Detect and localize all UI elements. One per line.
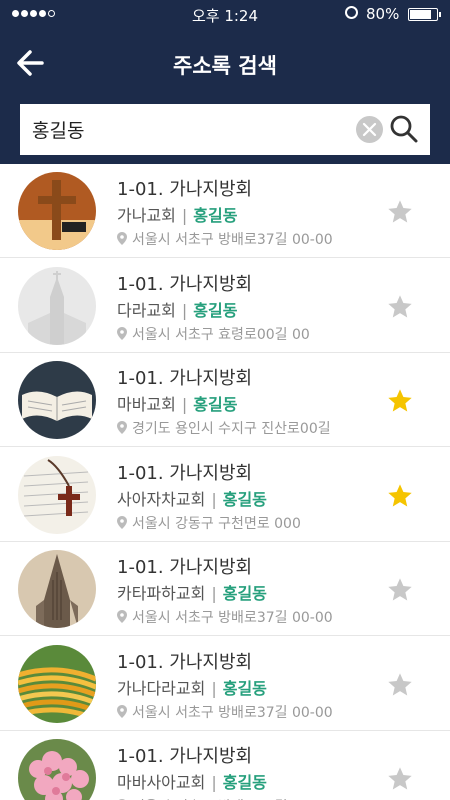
district-name: 1-01. 가나지방회 bbox=[117, 746, 253, 767]
church-thumbnail bbox=[18, 739, 96, 800]
member-name: 홍길동 bbox=[222, 773, 267, 792]
favorite-button[interactable] bbox=[386, 576, 414, 604]
member-name: 홍길동 bbox=[222, 678, 267, 698]
location-pin-icon bbox=[117, 232, 127, 245]
app-header: 주소록 검색 bbox=[0, 28, 450, 164]
address-text: 서울시 서초구 방배로37길 00-00 bbox=[132, 610, 333, 626]
favorite-button[interactable] bbox=[386, 387, 414, 415]
clear-button[interactable] bbox=[356, 116, 383, 143]
search-bar bbox=[20, 104, 430, 155]
favorite-button[interactable] bbox=[386, 293, 414, 321]
address-text: 서울시 서초구 방배로37길 00-00 bbox=[132, 232, 333, 248]
church-info: 가나교회 | 홍길동 bbox=[117, 202, 237, 226]
list-item[interactable]: 1-01. 가나지방회 가나다라교회 | 홍길동 서울시 서초구 방배로37길 00-0… bbox=[0, 637, 450, 731]
location-pin-icon bbox=[117, 515, 127, 529]
member-name: 홍길동 bbox=[222, 584, 267, 603]
church-thumbnail bbox=[18, 172, 96, 250]
search-input[interactable] bbox=[20, 104, 350, 155]
district-name: 1-01. 가나지방회 bbox=[117, 273, 253, 295]
divider: | bbox=[211, 489, 217, 509]
star-icon bbox=[388, 389, 412, 412]
address-text: 서울시 서초구 효령로00길 00 bbox=[132, 326, 310, 343]
address-text: 경기도 용인시 수지구 진산로00길 bbox=[132, 421, 331, 437]
district-name: 1-01. 가나지방회 bbox=[117, 462, 253, 484]
district-name: 1-01. 가나지방회 bbox=[117, 368, 253, 389]
list-item[interactable]: 1-01. 가나지방회마바교회 | 홍길동경기도 용인시 수지구 진산로00길 bbox=[0, 353, 450, 447]
church-info: 사아자차교회 | 홍길동 bbox=[117, 486, 267, 510]
church-info: 다라교회 | 홍길동 bbox=[117, 297, 237, 321]
member-name: 홍길동 bbox=[193, 395, 238, 414]
star-icon bbox=[388, 483, 412, 506]
search-icon bbox=[390, 115, 418, 143]
search-button[interactable] bbox=[388, 113, 420, 145]
battery-percentage: 80% bbox=[366, 5, 400, 23]
church-thumbnail bbox=[18, 550, 96, 628]
divider: | bbox=[211, 678, 217, 698]
divider: | bbox=[211, 773, 217, 792]
church-address: 서울시 서초구 방배로37길 00-00 bbox=[117, 607, 333, 627]
alarm-icon bbox=[345, 6, 358, 19]
church-thumbnail bbox=[18, 266, 96, 345]
star-icon bbox=[388, 767, 412, 790]
district-name: 1-01. 가나지방회 bbox=[117, 179, 253, 200]
church-name: 마바교회 bbox=[117, 395, 176, 414]
church-name: 사아자차교회 bbox=[117, 489, 206, 509]
star-icon bbox=[388, 200, 412, 223]
favorite-button[interactable] bbox=[386, 482, 414, 510]
church-address: 서울시 서초구 방배로37길 00-00 bbox=[117, 702, 333, 722]
list-item[interactable]: 1-01. 가나지방회 사아자차교회 | 홍길동 서울시 강동구 구천면로 000 bbox=[0, 448, 450, 542]
church-name: 가나다라교회 bbox=[117, 678, 206, 698]
church-name: 카타파하교회 bbox=[117, 584, 206, 603]
divider: | bbox=[181, 206, 188, 225]
location-pin-icon bbox=[117, 704, 127, 718]
battery-icon bbox=[408, 8, 441, 21]
church-thumbnail bbox=[18, 361, 96, 439]
church-thumbnail bbox=[18, 644, 96, 723]
favorite-button[interactable] bbox=[386, 198, 414, 226]
church-address: 서울시 강동구 구천면로 000 bbox=[117, 513, 301, 533]
close-icon bbox=[362, 122, 377, 137]
church-info: 카타파하교회 | 홍길동 bbox=[117, 580, 267, 604]
star-icon bbox=[388, 672, 412, 695]
church-address: 서울시 서초구 방배로37길 00-00 bbox=[117, 796, 333, 800]
address-text: 서울시 서초구 방배로37길 00-00 bbox=[132, 704, 333, 721]
list-item[interactable]: 1-01. 가나지방회마바사아교회 | 홍길동서울시 서초구 방배로37길 00-0… bbox=[0, 731, 450, 800]
church-address: 서울시 서초구 방배로37길 00-00 bbox=[117, 229, 333, 249]
member-name: 홍길동 bbox=[193, 300, 238, 320]
member-name: 홍길동 bbox=[193, 206, 238, 225]
church-name: 가나교회 bbox=[117, 206, 176, 225]
church-thumbnail bbox=[18, 455, 96, 534]
list-item[interactable]: 1-01. 가나지방회카타파하교회 | 홍길동서울시 서초구 방배로37길 00-0… bbox=[0, 542, 450, 636]
church-info: 가나다라교회 | 홍길동 bbox=[117, 675, 267, 699]
church-name: 다라교회 bbox=[117, 300, 176, 320]
list-item[interactable]: 1-01. 가나지방회가나교회 | 홍길동서울시 서초구 방배로37길 00-00 bbox=[0, 164, 450, 258]
search-results-list: 1-01. 가나지방회 가나교회 | 홍길동 서울시 서초구 방배로37길 00-00 1… bbox=[0, 164, 450, 800]
address-text: 서울시 강동구 구천면로 000 bbox=[132, 515, 301, 532]
location-pin-icon bbox=[117, 610, 127, 623]
church-name: 마바사아교회 bbox=[117, 773, 206, 792]
favorite-button[interactable] bbox=[386, 765, 414, 793]
church-info: 마바교회 | 홍길동 bbox=[117, 391, 237, 415]
church-address: 서울시 서초구 효령로00길 00 bbox=[117, 324, 310, 344]
favorite-button[interactable] bbox=[386, 671, 414, 699]
star-icon bbox=[388, 578, 412, 601]
location-pin-icon bbox=[117, 421, 127, 434]
church-info: 마바사아교회 | 홍길동 bbox=[117, 769, 267, 793]
status-bar: 오후 1:24 80% bbox=[0, 0, 450, 28]
member-name: 홍길동 bbox=[222, 489, 267, 509]
divider: | bbox=[181, 395, 188, 414]
page-title: 주소록 검색 bbox=[173, 54, 277, 78]
divider: | bbox=[211, 584, 217, 603]
location-pin-icon bbox=[117, 326, 127, 340]
district-name: 1-01. 가나지방회 bbox=[117, 651, 253, 673]
church-address: 경기도 용인시 수지구 진산로00길 bbox=[117, 418, 331, 438]
divider: | bbox=[181, 300, 188, 320]
star-icon bbox=[388, 294, 412, 317]
district-name: 1-01. 가나지방회 bbox=[117, 557, 253, 578]
list-item[interactable]: 1-01. 가나지방회 다라교회 | 홍길동 서울시 서초구 효령로00길 00 bbox=[0, 259, 450, 353]
